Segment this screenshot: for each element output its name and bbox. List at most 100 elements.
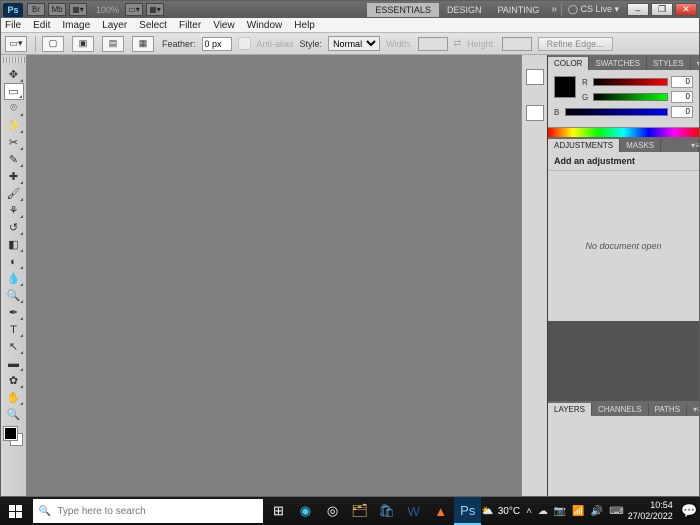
menu-help[interactable]: Help <box>294 20 315 31</box>
menu-filter[interactable]: Filter <box>179 20 201 31</box>
layers-menu-icon[interactable]: ▾≡ <box>687 403 699 416</box>
explorer-icon[interactable]: 🗂 <box>346 497 373 525</box>
crop-tool[interactable]: ✂ <box>4 134 24 151</box>
history-brush-tool[interactable]: ↺ <box>4 219 24 236</box>
color-swatches[interactable] <box>4 427 24 449</box>
edge-icon[interactable]: ◉ <box>292 497 319 525</box>
tab-color[interactable]: COLOR <box>548 57 589 70</box>
search-box[interactable]: 🔍 Type here to search <box>33 499 263 523</box>
blur-tool[interactable]: 💧 <box>4 270 24 287</box>
move-tool[interactable]: ✥ <box>4 66 24 83</box>
gradient-tool[interactable]: ◐ <box>4 253 24 270</box>
time: 10:54 <box>628 500 673 511</box>
meet-now-icon[interactable]: 📷 <box>554 506 566 517</box>
adjustments-menu-icon[interactable]: ▾≡ <box>685 139 699 152</box>
tray-chevron-icon[interactable]: ˄ <box>526 506 532 517</box>
selection-add-icon[interactable]: ▣ <box>72 36 94 52</box>
selection-subtract-icon[interactable]: ▤ <box>102 36 124 52</box>
zoom-level[interactable]: 100% <box>96 5 119 15</box>
eraser-tool[interactable]: ◧ <box>4 236 24 253</box>
refine-edge-button[interactable]: Refine Edge... <box>538 37 613 51</box>
3d-tool[interactable]: ✿ <box>4 372 24 389</box>
tab-masks[interactable]: MASKS <box>620 139 661 152</box>
brush-tool[interactable]: 🖌 <box>4 185 24 202</box>
r-value[interactable]: 0 <box>671 76 693 88</box>
workspace-painting[interactable]: PAINTING <box>489 3 547 17</box>
current-tool-icon[interactable]: ▭▾ <box>5 36 27 52</box>
notifications-icon[interactable]: 💬 <box>679 497 700 525</box>
menu-view[interactable]: View <box>213 20 235 31</box>
zoom-tool[interactable]: 🔍 <box>4 406 24 423</box>
menu-image[interactable]: Image <box>62 20 90 31</box>
minimize-button[interactable]: – <box>627 3 649 16</box>
g-slider[interactable] <box>593 93 668 101</box>
b-slider[interactable] <box>565 108 668 116</box>
wifi-icon[interactable]: 📶 <box>572 506 584 517</box>
tab-adjustments[interactable]: ADJUSTMENTS <box>548 139 620 152</box>
path-select-tool[interactable]: ↖ <box>4 338 24 355</box>
close-button[interactable]: ✕ <box>675 3 697 16</box>
g-value[interactable]: 0 <box>671 91 693 103</box>
options-bar: ▭▾ ▢ ▣ ▤ ▦ Feather: Anti-alias Style: No… <box>1 33 699 55</box>
store-icon[interactable]: 🛍 <box>373 497 400 525</box>
selection-intersect-icon[interactable]: ▦ <box>132 36 154 52</box>
volume-icon[interactable]: 🔊 <box>591 506 603 517</box>
menu-file[interactable]: File <box>5 20 21 31</box>
chrome-icon[interactable]: ◎ <box>319 497 346 525</box>
dock-properties-icon[interactable] <box>526 105 544 121</box>
tab-swatches[interactable]: SWATCHES <box>589 57 646 70</box>
r-slider[interactable] <box>593 78 668 86</box>
arrange-docs-icon[interactable]: ▦▾ <box>69 3 87 16</box>
hand-tool[interactable]: ✋ <box>4 389 24 406</box>
menu-edit[interactable]: Edit <box>33 20 50 31</box>
pen-tool[interactable]: ✒ <box>4 304 24 321</box>
stamp-tool[interactable]: ⚘ <box>4 202 24 219</box>
more-workspaces-icon[interactable]: » <box>551 4 557 15</box>
lasso-tool[interactable]: ⌾ <box>4 100 24 117</box>
healing-tool[interactable]: ✚ <box>4 168 24 185</box>
type-tool[interactable]: T <box>4 321 24 338</box>
dock-history-icon[interactable] <box>526 69 544 85</box>
tab-layers[interactable]: LAYERS <box>548 403 592 416</box>
quick-select-tool[interactable]: ✨ <box>4 117 24 134</box>
shape-tool[interactable]: ▬ <box>4 355 24 372</box>
weather-temp: 30°C <box>498 506 520 517</box>
tab-styles[interactable]: STYLES <box>647 57 691 70</box>
marquee-tool[interactable]: ▭ <box>4 83 24 100</box>
photoshop-task-icon[interactable]: Ps <box>454 497 481 525</box>
spectrum-bar[interactable] <box>548 127 699 137</box>
system-tray[interactable]: ˄ ☁ 📷 📶 🔊 ⌨ <box>526 506 624 517</box>
b-value[interactable]: 0 <box>671 106 693 118</box>
screen-mode-icon[interactable]: ▭▾ <box>125 3 143 16</box>
start-button[interactable] <box>0 497 31 525</box>
menu-layer[interactable]: Layer <box>102 20 127 31</box>
task-view-icon[interactable]: ⊞ <box>265 497 292 525</box>
panel-fg-swatch[interactable] <box>554 76 576 98</box>
selection-new-icon[interactable]: ▢ <box>42 36 64 52</box>
extras-icon[interactable]: ▦▾ <box>146 3 164 16</box>
g-label: G <box>582 93 590 102</box>
feather-input[interactable] <box>202 37 232 51</box>
color-panel-menu-icon[interactable]: ▾≡ <box>691 57 699 70</box>
toolbox-grip[interactable] <box>3 57 25 63</box>
eyedropper-tool[interactable]: ✎ <box>4 151 24 168</box>
language-icon[interactable]: ⌨ <box>609 506 623 517</box>
workspace-essentials[interactable]: ESSENTIALS <box>367 3 439 17</box>
workspace-design[interactable]: DESIGN <box>439 3 490 17</box>
onedrive-icon[interactable]: ☁ <box>538 506 548 517</box>
dodge-tool[interactable]: 🔍 <box>4 287 24 304</box>
maximize-button[interactable]: ❐ <box>651 3 673 16</box>
tab-channels[interactable]: CHANNELS <box>592 403 649 416</box>
weather-widget[interactable]: ⛅ 30°C <box>481 506 520 517</box>
cslive-button[interactable]: ◯ CS Live ▾ <box>568 4 619 15</box>
vlc-icon[interactable]: ▲ <box>427 497 454 525</box>
foreground-color-swatch[interactable] <box>4 427 17 440</box>
tab-paths[interactable]: PATHS <box>649 403 687 416</box>
menu-window[interactable]: Window <box>247 20 283 31</box>
bridge-icon[interactable]: Br <box>27 3 45 16</box>
minibridge-icon[interactable]: Mb <box>48 3 66 16</box>
word-icon[interactable]: W <box>400 497 427 525</box>
clock[interactable]: 10:54 27/02/2022 <box>628 500 673 522</box>
style-select[interactable]: Normal <box>328 36 380 51</box>
menu-select[interactable]: Select <box>139 20 167 31</box>
